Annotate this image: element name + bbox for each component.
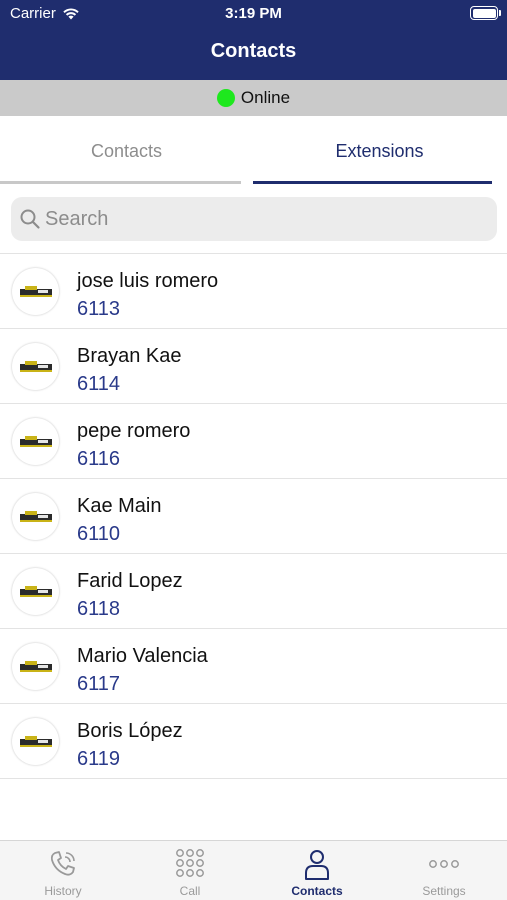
contact-name: Brayan Kae [77, 345, 182, 367]
tab-extensions-indicator [253, 181, 492, 184]
clock: 3:19 PM [225, 5, 282, 22]
search-field[interactable] [11, 197, 497, 241]
contact-extension: 6118 [77, 598, 121, 620]
top-bar: Carrier 3:19 PM Contacts [0, 0, 507, 80]
extensions-list: jose luis romero 6113 Brayan Kae 6114 pe… [0, 253, 507, 779]
list-item[interactable]: Brayan Kae 6114 [0, 329, 507, 404]
tabbar-label: Call [179, 884, 201, 898]
tab-contacts[interactable]: Contacts [0, 116, 253, 186]
tab-extensions[interactable]: Extensions [253, 116, 506, 186]
list-item[interactable]: Kae Main 6110 [0, 479, 507, 554]
tabbar-label: Settings [422, 884, 466, 898]
connection-status-banner: Online [0, 80, 507, 116]
contact-name: jose luis romero [77, 270, 219, 292]
page-title: Contacts [210, 40, 297, 62]
phone-history-icon [0, 846, 126, 882]
list-item[interactable]: Farid Lopez 6118 [0, 554, 507, 629]
logo-icon [19, 735, 52, 747]
tab-extensions-label: Extensions [335, 141, 424, 161]
more-icon [381, 846, 507, 882]
company-logo-avatar [12, 418, 59, 465]
bottom-tab-bar: History Call Contacts Settings [0, 840, 507, 900]
logo-icon [19, 660, 52, 672]
logo-icon [19, 285, 52, 297]
contact-extension: 6114 [77, 373, 121, 395]
tabbar-item-contacts[interactable]: Contacts [254, 841, 380, 900]
list-item[interactable]: Mario Valencia 6117 [0, 629, 507, 704]
logo-icon [19, 435, 52, 447]
company-logo-avatar [12, 568, 59, 615]
company-logo-avatar [12, 493, 59, 540]
list-item[interactable]: pepe romero 6116 [0, 404, 507, 479]
tabbar-item-settings[interactable]: Settings [381, 841, 507, 900]
contact-name: Boris López [77, 720, 183, 742]
connection-status-label: Online [240, 88, 291, 107]
logo-icon [19, 360, 52, 372]
contact-name: pepe romero [77, 420, 191, 442]
status-dot-icon [216, 89, 235, 107]
keypad-icon [127, 846, 253, 882]
company-logo-avatar [12, 268, 59, 315]
tabbar-item-call[interactable]: Call [127, 841, 253, 900]
contact-name: Kae Main [77, 495, 162, 517]
contact-extension: 6110 [77, 523, 121, 545]
tabbar-item-history[interactable]: History [0, 841, 126, 900]
tab-contacts-label: Contacts [90, 141, 163, 161]
tabbar-label: History [44, 884, 82, 898]
company-logo-avatar [12, 718, 59, 765]
logo-icon [19, 585, 52, 597]
segment-tabs: Contacts Extensions [0, 116, 507, 186]
status-bar: Carrier 3:19 PM [0, 0, 507, 28]
person-icon [254, 846, 380, 882]
list-item[interactable]: Boris López 6119 [0, 704, 507, 779]
list-item[interactable]: jose luis romero 6113 [0, 254, 507, 329]
contact-extension: 6119 [77, 748, 121, 770]
search-bar [0, 186, 507, 252]
contact-name: Farid Lopez [77, 570, 183, 592]
contact-name: Mario Valencia [77, 645, 208, 667]
tab-contacts-indicator [0, 181, 241, 184]
search-icon [11, 208, 45, 230]
logo-icon [19, 510, 52, 522]
contact-extension: 6116 [77, 448, 121, 470]
search-input[interactable] [45, 207, 465, 231]
contact-extension: 6117 [77, 673, 121, 695]
tabbar-label: Contacts [291, 884, 343, 898]
company-logo-avatar [12, 643, 59, 690]
contact-extension: 6113 [77, 298, 121, 320]
company-logo-avatar [12, 343, 59, 390]
battery-icon [470, 6, 501, 20]
